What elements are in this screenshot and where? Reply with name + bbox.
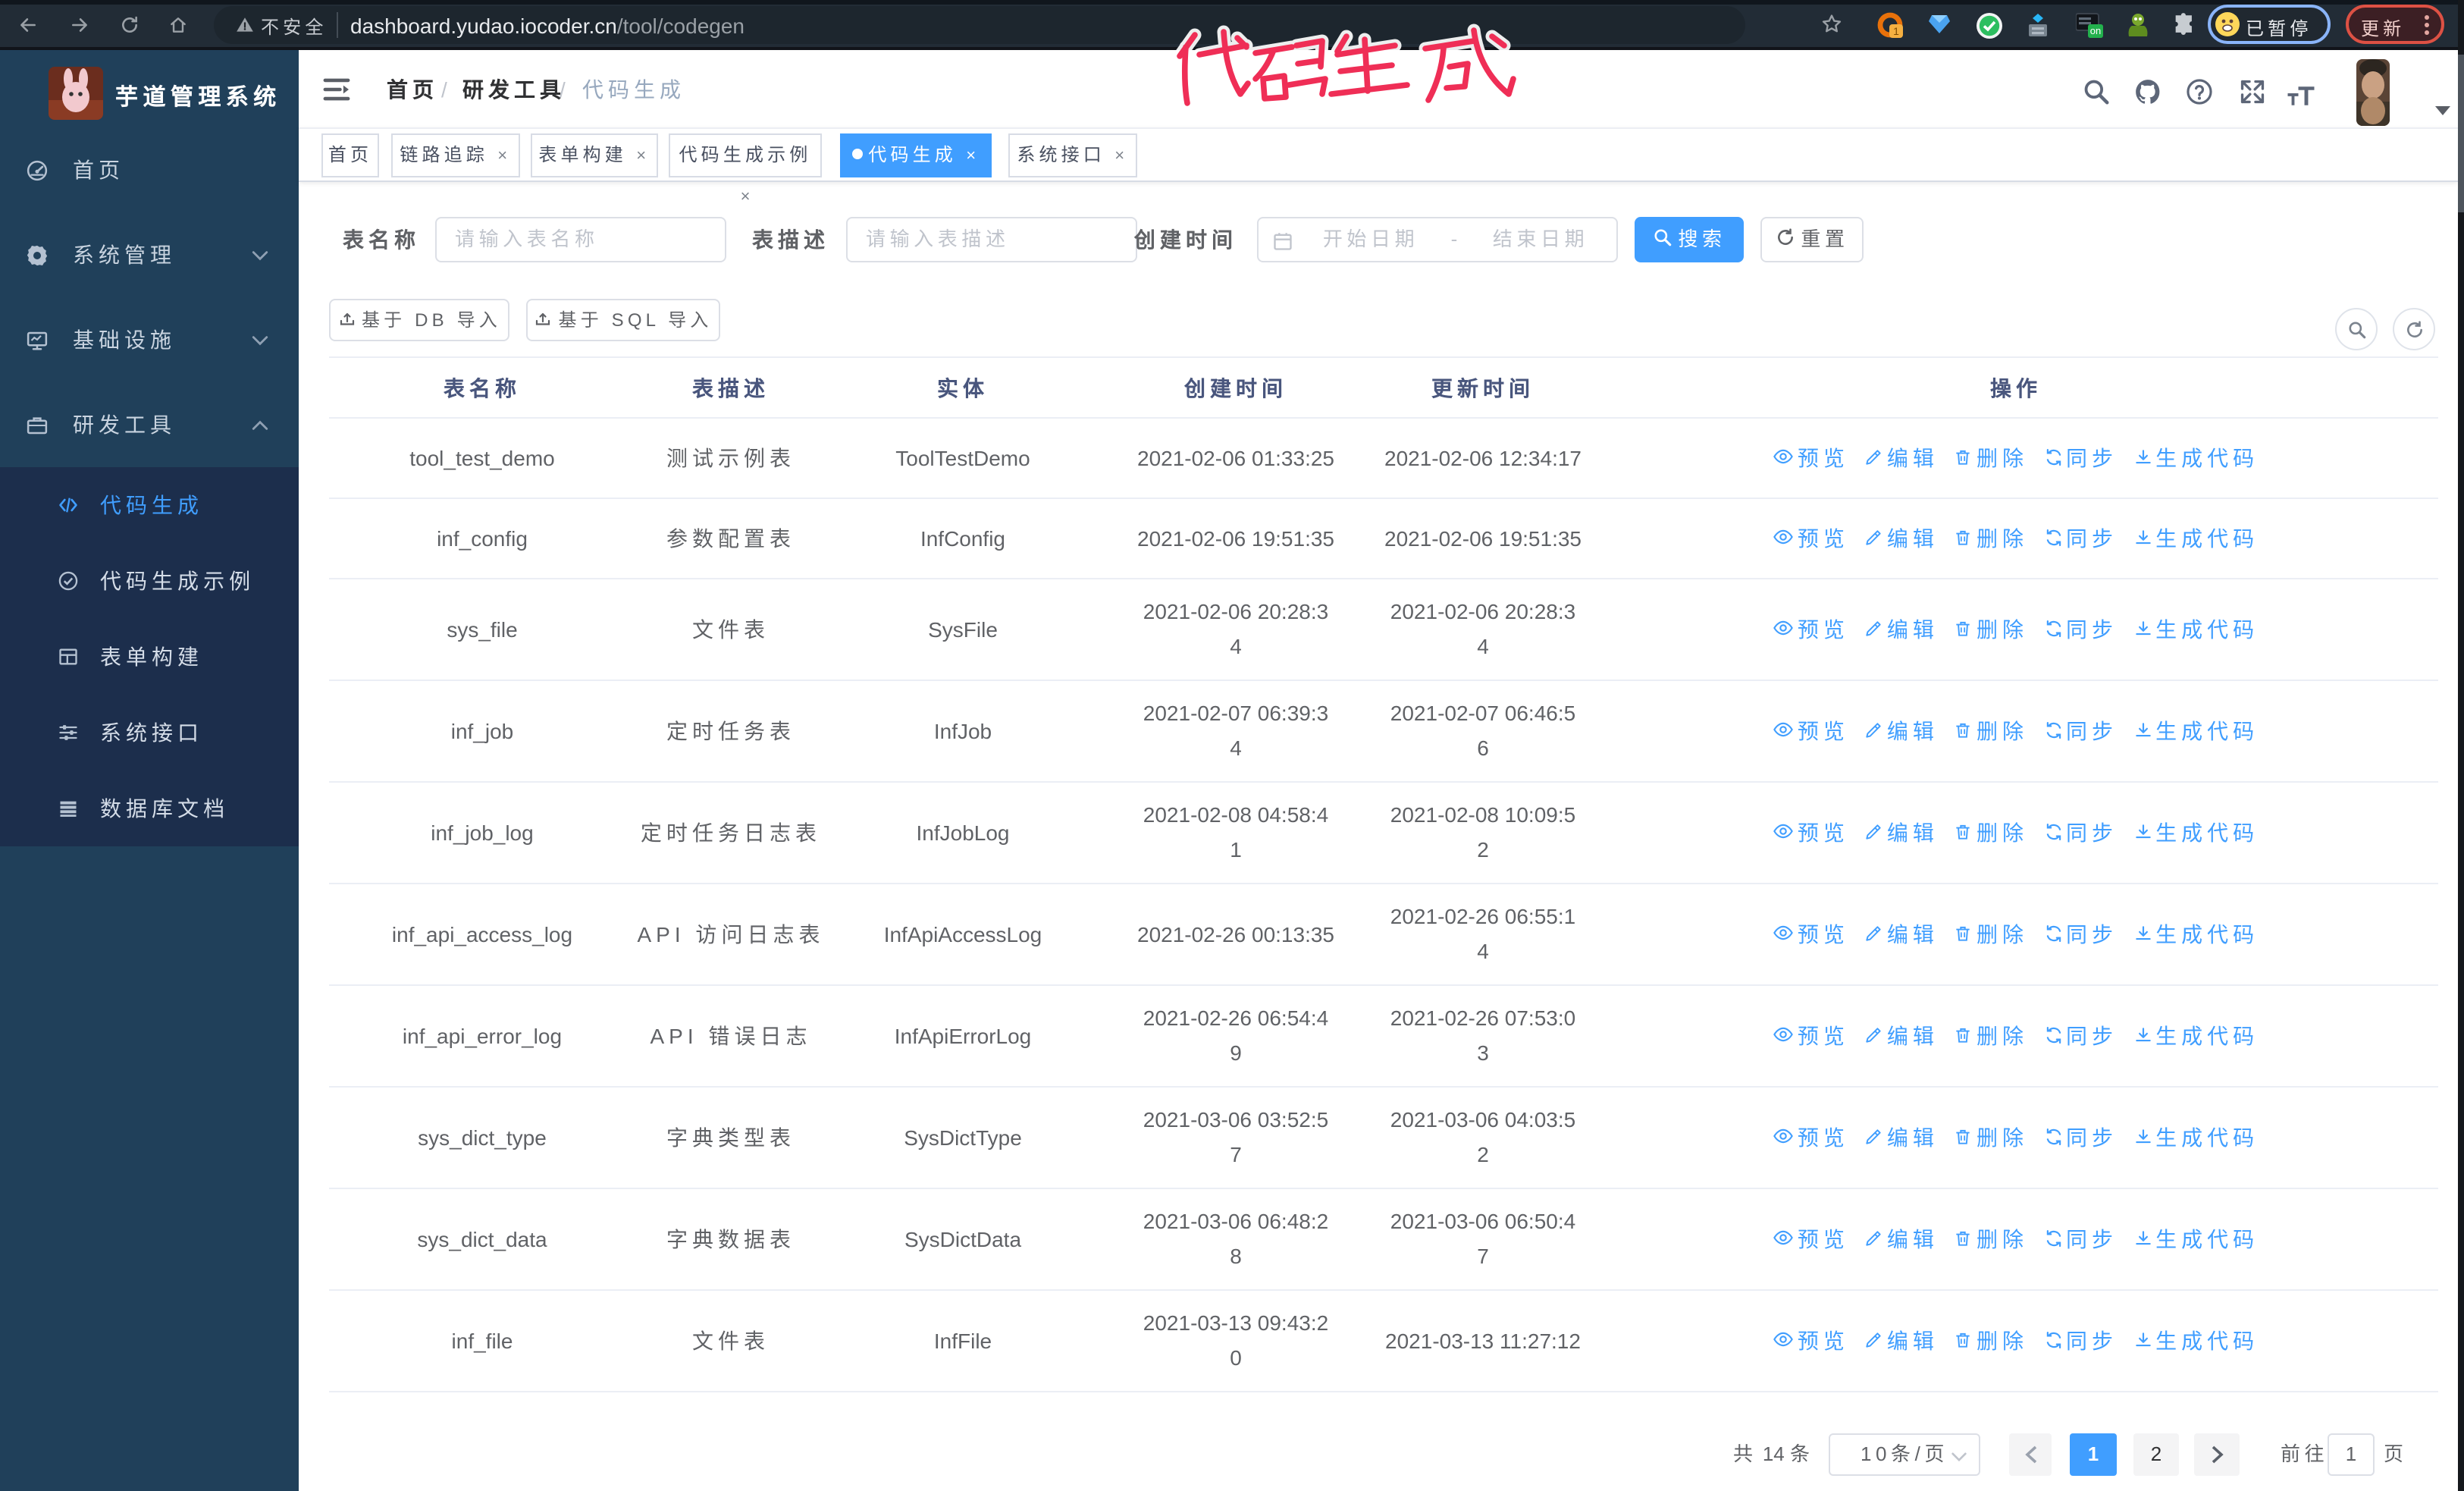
svg-text:on: on <box>2090 25 2101 36</box>
svg-text:1: 1 <box>1893 25 1899 37</box>
